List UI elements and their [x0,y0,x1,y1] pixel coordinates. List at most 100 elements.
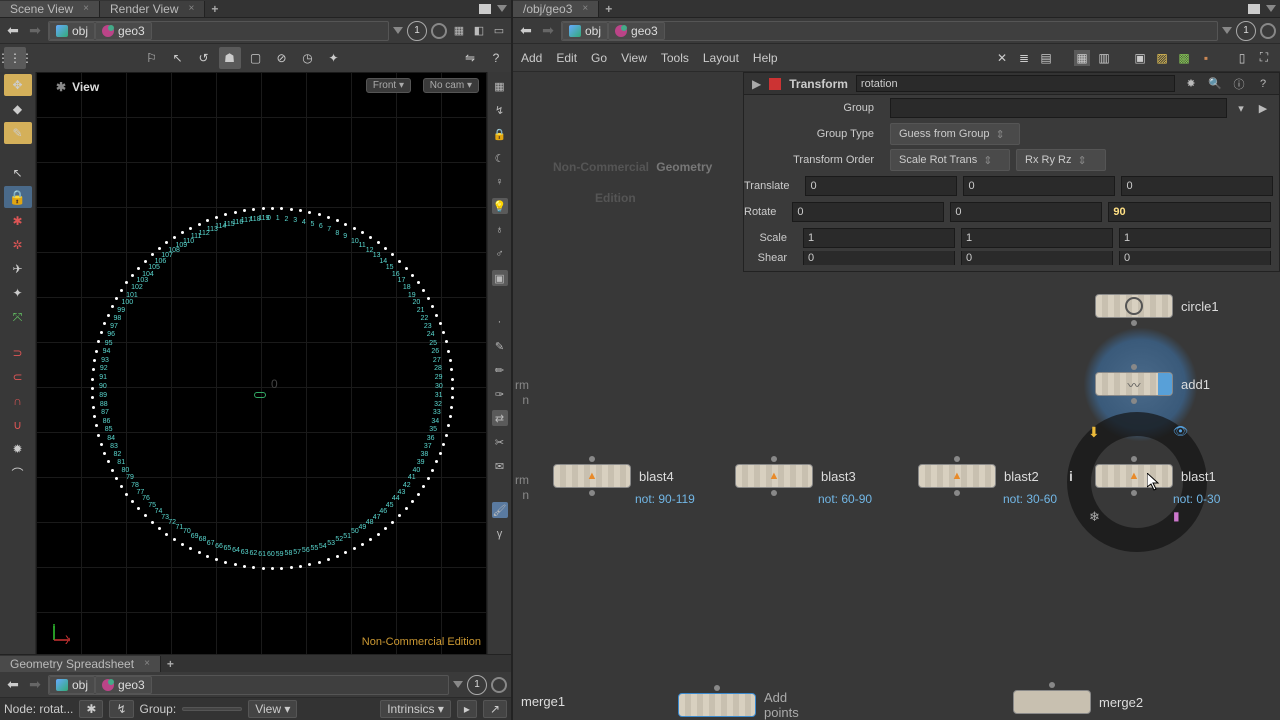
info-icon[interactable]: i [1069,468,1073,484]
menu-edit[interactable]: Edit [556,51,577,65]
mi11[interactable]: ⛶ [1256,50,1272,66]
ry[interactable] [950,202,1102,222]
tool-b[interactable]: ✎ [4,122,32,144]
tab-geometry-spreadsheet[interactable]: Geometry Spreadsheet× [0,656,161,672]
mi5[interactable]: ▥ [1096,50,1112,66]
mi2[interactable]: ≣ [1016,50,1032,66]
node-blast2[interactable]: blast2 [918,464,1039,488]
r4[interactable]: ☾ [492,150,508,166]
tx[interactable] [805,176,957,196]
s5[interactable]: ⇄ [492,410,508,426]
rz[interactable] [1108,202,1271,222]
view-label[interactable]: ✱View [56,80,99,94]
gamma-icon[interactable]: γ [492,526,508,542]
node-blast3[interactable]: blast3 [735,464,856,488]
help-icon[interactable]: ? [1255,76,1271,92]
parm-grouptype-select[interactable]: Guess from Group [890,123,1020,145]
red1-tool[interactable]: ✱ [4,210,32,232]
tool3[interactable]: ▭ [491,23,507,39]
mag2-tool[interactable]: ⊂ [4,366,32,388]
f4[interactable]: ↗ [483,700,507,718]
display-icon[interactable]: 👁 [1173,424,1188,438]
back-button[interactable]: ⬅ [4,22,22,40]
path-menu[interactable] [393,27,403,34]
menu-view[interactable]: View [621,51,647,65]
lock-icon[interactable]: 🔒 [492,126,508,142]
tab-network[interactable]: /obj/geo3× [513,1,599,17]
maximize-icon[interactable] [1248,4,1260,14]
node-add1[interactable]: add1 [1095,372,1210,396]
sticky-icon[interactable]: ▨ [1154,50,1170,66]
select-icon[interactable]: ▶ [1255,100,1271,116]
r8[interactable]: ♂ [492,246,508,262]
mi3[interactable]: ▤ [1038,50,1054,66]
node-circle1[interactable]: circle1 [1095,294,1219,318]
settings-icon[interactable]: ⇋ [459,47,481,69]
r7[interactable]: ♁ [492,222,508,238]
path-field[interactable]: obj geo3 [48,675,449,695]
r2[interactable]: ↯ [492,102,508,118]
path-obj[interactable]: obj [49,22,95,40]
f3[interactable]: ▸ [457,700,477,718]
parm-group-input[interactable] [890,98,1227,118]
menu-add[interactable]: Add [521,51,542,65]
shx[interactable] [803,251,955,265]
tab-add-button[interactable]: + [599,0,618,18]
shy[interactable] [961,251,1113,265]
f1[interactable]: ✱ [79,700,103,718]
tab-add-button[interactable]: + [161,655,180,673]
path-geo[interactable]: geo3 [95,676,152,694]
path-field[interactable]: obj geo3 [48,21,389,41]
template-icon[interactable]: ▮ [1173,509,1180,523]
sy[interactable] [961,228,1113,248]
gear-icon[interactable]: ✸ [1183,76,1199,92]
path-obj[interactable]: obj [49,676,95,694]
info-icon[interactable]: ⓘ [1231,76,1247,92]
s2[interactable]: ✎ [492,338,508,354]
sx[interactable] [803,228,955,248]
menu-layout[interactable]: Layout [703,51,739,65]
link-group[interactable]: 1 [407,21,427,41]
brush-icon[interactable]: 🖌 [492,502,508,518]
parm-rord-select[interactable]: Rx Ry Rz [1016,149,1106,171]
cursor-icon[interactable]: ↖ [167,47,189,69]
mi1[interactable]: ✕ [994,50,1010,66]
clock-icon[interactable]: ◷ [297,47,319,69]
lock-tool[interactable]: 🔒 [4,186,32,208]
rx[interactable] [792,202,944,222]
tool2[interactable]: ◧ [471,23,487,39]
s1[interactable]: · [492,314,508,330]
path-field[interactable]: obj geo3 [561,21,1218,41]
back-button[interactable]: ⬅ [4,676,22,694]
view-select[interactable]: View ▾ [248,700,297,718]
gear2-icon[interactable]: ✦ [323,47,345,69]
tool-a[interactable]: ◆ [4,98,32,120]
3d-viewport[interactable]: ✱View Front ▾ No cam ▾ 0 012345678910111… [36,72,487,654]
op-name-input[interactable] [856,75,1175,92]
flag-icon[interactable]: ⚐ [141,47,163,69]
search-icon[interactable]: 🔍 [1207,76,1223,92]
s7[interactable]: ✉ [492,458,508,474]
take-icon[interactable] [431,23,447,39]
s3[interactable]: ✏ [492,362,508,378]
tool1[interactable]: ▦ [451,23,467,39]
tab-scene-view[interactable]: Scene View× [0,1,100,17]
select-tool[interactable]: ✥ [4,74,32,96]
close-icon[interactable]: × [83,3,89,14]
parm-xord-select[interactable]: Scale Rot Trans [890,149,1010,171]
repeat-icon[interactable]: ↺ [193,47,215,69]
star-tool[interactable]: ✦ [4,282,32,304]
mi6[interactable]: ▣ [1132,50,1148,66]
bulb-icon[interactable]: 💡 [492,198,508,214]
tab-render-view[interactable]: Render View× [100,1,205,17]
mi4[interactable]: ▦ [1074,50,1090,66]
fwd-button[interactable]: ➡ [26,22,44,40]
ghost-icon[interactable]: ☗ [219,47,241,69]
fwd-button[interactable]: ➡ [26,676,44,694]
s6[interactable]: ✂ [492,434,508,450]
r1[interactable]: ▦ [492,78,508,94]
path-geo[interactable]: geo3 [95,22,152,40]
collapse-icon[interactable]: ▶ [752,77,761,91]
path-geo[interactable]: geo3 [608,22,665,40]
mi10[interactable]: ▯ [1234,50,1250,66]
